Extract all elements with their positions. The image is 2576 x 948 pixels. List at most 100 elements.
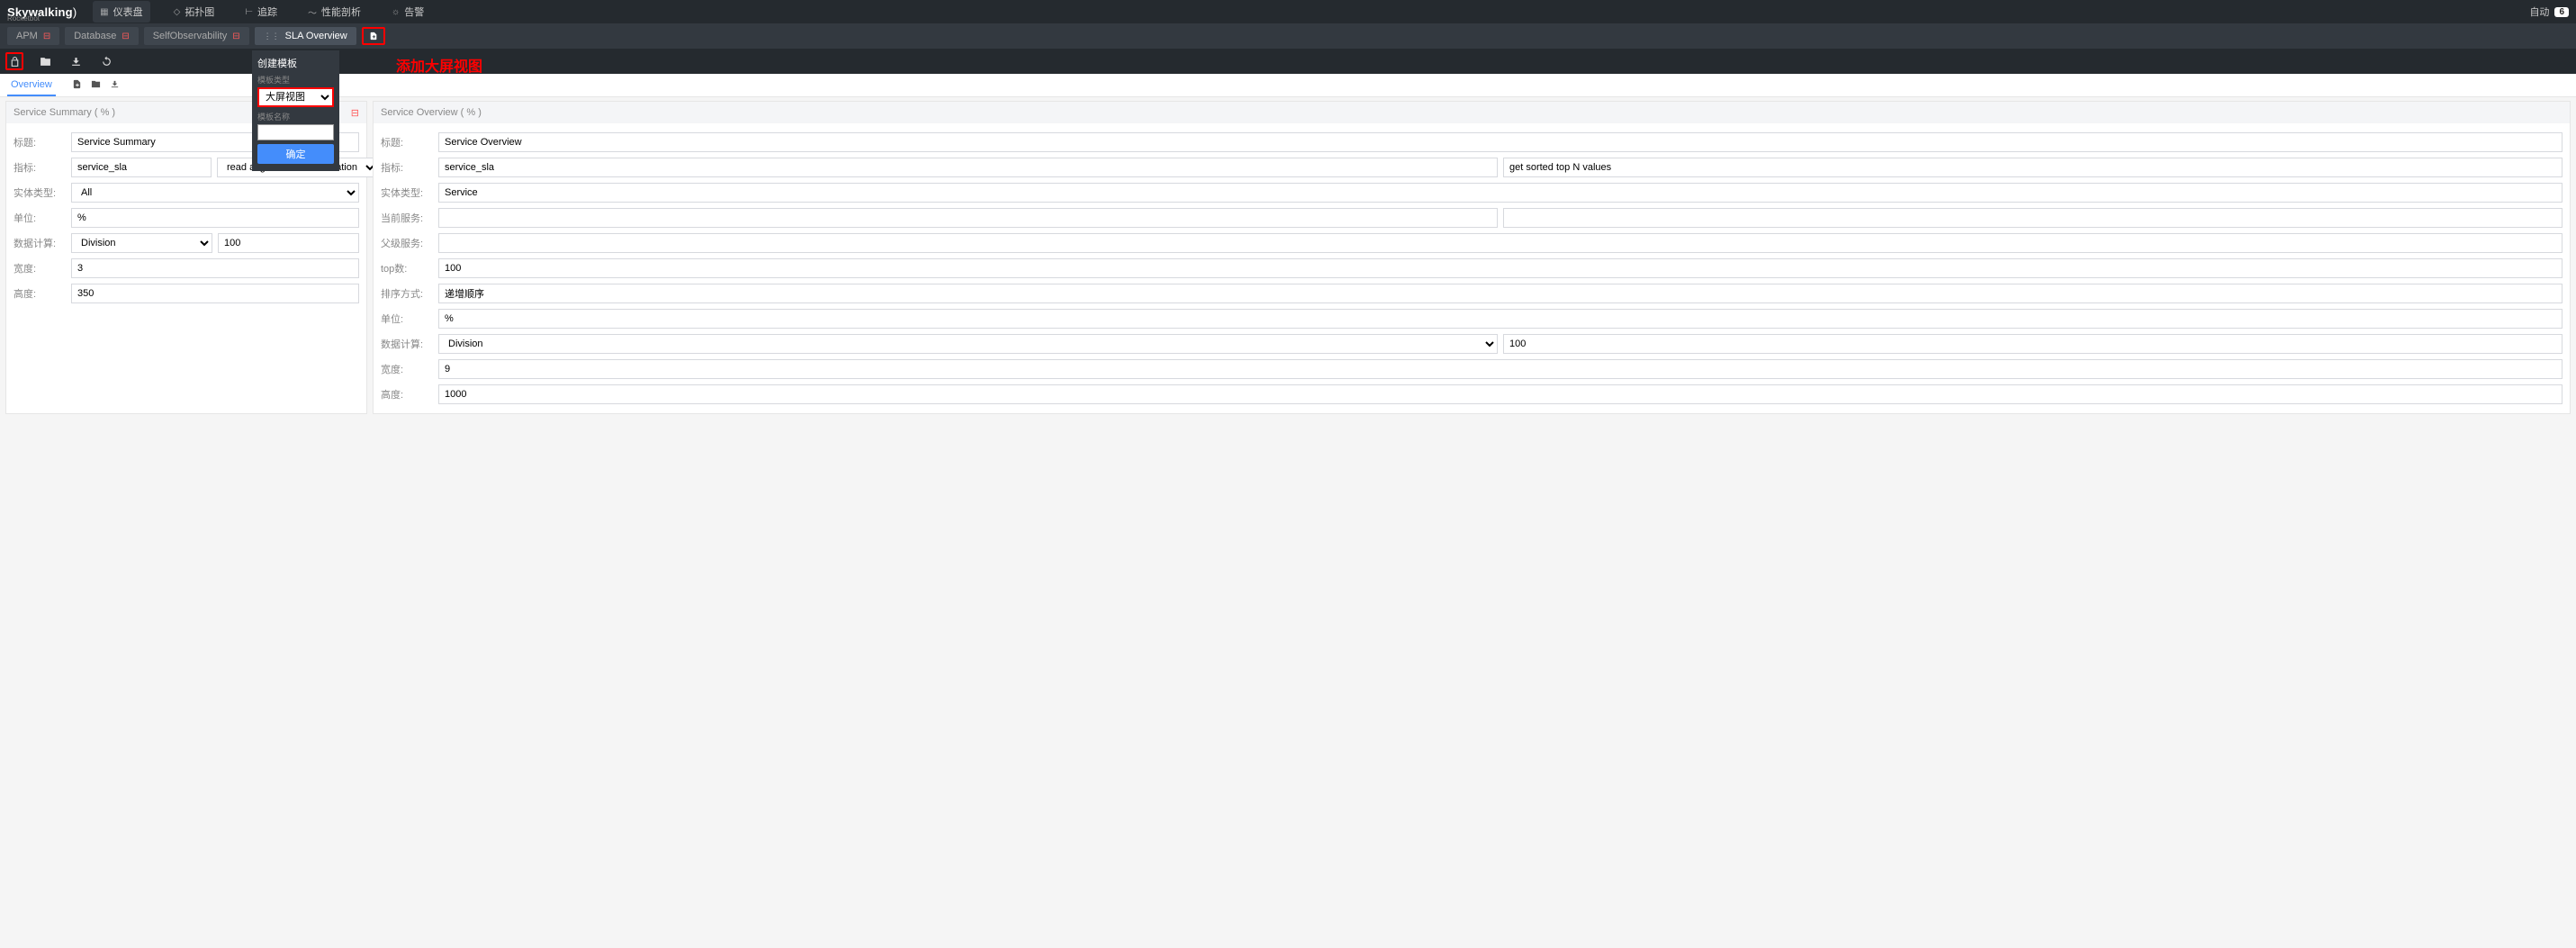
- tab-self[interactable]: SelfObservability ⊟: [144, 27, 249, 45]
- topn-input[interactable]: [438, 258, 2562, 278]
- calc-method-select[interactable]: Division: [71, 233, 212, 253]
- template-name-input[interactable]: [257, 124, 334, 140]
- auto-label: 自动: [2529, 5, 2549, 19]
- metric-input[interactable]: [71, 158, 212, 177]
- panel-delete-button[interactable]: ⊟: [351, 107, 359, 119]
- subtab-import-button[interactable]: [91, 79, 101, 92]
- delete-icon[interactable]: ⊟: [122, 32, 129, 41]
- height-input[interactable]: [71, 284, 359, 303]
- main-content: Service Summary ( % ) ⊟ 标题: 指标: read avg…: [0, 97, 2576, 418]
- nav-profile[interactable]: 〜 性能剖析: [301, 1, 368, 23]
- unit-input[interactable]: [71, 208, 359, 228]
- drag-icon: ⋮⋮: [264, 32, 280, 41]
- unit-label: 单位:: [14, 211, 66, 225]
- calc-label: 数据计算:: [381, 337, 433, 351]
- delete-icon[interactable]: ⊟: [43, 32, 50, 41]
- top-bar: Skywalking ) Rocketbot ▦ 仪表盘 ◇ 拓扑图 ⊢ 追踪 …: [0, 0, 2576, 23]
- add-tab-button[interactable]: [362, 27, 385, 45]
- template-type-label: 模板类型: [257, 74, 334, 86]
- entity-type-label: 实体类型:: [381, 185, 433, 200]
- panel-title: Service Summary ( % ): [14, 107, 115, 118]
- add-file-icon: [72, 79, 82, 89]
- create-template-popover: 创建模板 模板类型 大屏视图 模板名称 确定: [252, 50, 339, 171]
- subtab-overview[interactable]: Overview: [7, 75, 56, 96]
- current-svc-label: 当前服务:: [381, 211, 433, 225]
- dashboard-tab-bar: APM ⊟ Database ⊟ SelfObservability ⊟ ⋮⋮ …: [0, 23, 2576, 49]
- calc-arg-input[interactable]: [218, 233, 359, 253]
- title-input[interactable]: [438, 132, 2562, 152]
- dashboard-icon: ▦: [100, 7, 108, 17]
- width-label: 宽度:: [381, 362, 433, 376]
- profile-icon: 〜: [308, 5, 317, 19]
- topn-label: top数:: [381, 261, 433, 275]
- template-type-select[interactable]: 大屏视图: [257, 87, 334, 107]
- width-input[interactable]: [438, 359, 2562, 379]
- calc-label: 数据计算:: [14, 236, 66, 250]
- subtab-export-button[interactable]: [110, 79, 120, 92]
- topology-icon: ◇: [174, 7, 181, 17]
- title-label: 标题:: [381, 135, 433, 149]
- parent-svc-label: 父级服务:: [381, 236, 433, 250]
- trace-icon: ⊢: [245, 7, 253, 17]
- metric-label: 指标:: [14, 160, 66, 175]
- unlock-icon: [9, 56, 21, 68]
- refresh-icon: [101, 56, 113, 68]
- nav-alarm[interactable]: ☼ 告警: [384, 1, 431, 23]
- nav-trace[interactable]: ⊢ 追踪: [238, 1, 284, 23]
- alarm-icon: ☼: [392, 7, 400, 17]
- calc-arg-input[interactable]: [1503, 334, 2562, 354]
- current-svc-input[interactable]: [438, 208, 1498, 228]
- nav-alarm-label: 告警: [404, 5, 424, 19]
- tab-database[interactable]: Database ⊟: [65, 27, 138, 45]
- template-name-label: 模板名称: [257, 111, 334, 122]
- nav-dashboard[interactable]: ▦ 仪表盘: [93, 1, 149, 23]
- unit-label: 单位:: [381, 311, 433, 326]
- calc-method-select[interactable]: Division: [438, 334, 1498, 354]
- top-nav: ▦ 仪表盘 ◇ 拓扑图 ⊢ 追踪 〜 性能剖析 ☼ 告警: [93, 1, 2529, 23]
- height-label: 高度:: [381, 387, 433, 402]
- auto-count-badge[interactable]: 6: [2554, 7, 2569, 17]
- delete-icon[interactable]: ⊟: [232, 32, 239, 41]
- sort-input[interactable]: [438, 284, 2562, 303]
- nav-dashboard-label: 仪表盘: [113, 5, 143, 19]
- tab-database-label: Database: [74, 31, 116, 41]
- metric-mode-input[interactable]: [1503, 158, 2562, 177]
- entity-type-label: 实体类型:: [14, 185, 66, 200]
- entity-type-input[interactable]: [438, 183, 2562, 203]
- unit-input[interactable]: [438, 309, 2562, 329]
- sub-tab-bar: Overview: [0, 74, 2576, 97]
- tab-sla-overview[interactable]: ⋮⋮ SLA Overview: [255, 27, 356, 45]
- metric-label: 指标:: [381, 160, 433, 175]
- add-file-icon: [369, 30, 378, 42]
- title-label: 标题:: [14, 135, 66, 149]
- tab-self-label: SelfObservability: [153, 31, 228, 41]
- current-svc-input-2[interactable]: [1503, 208, 2562, 228]
- sort-label: 排序方式:: [381, 286, 433, 301]
- parent-svc-input[interactable]: [438, 233, 2562, 253]
- subtab-actions: [72, 79, 120, 92]
- width-input[interactable]: [71, 258, 359, 278]
- import-button[interactable]: [36, 52, 54, 70]
- nav-profile-label: 性能剖析: [321, 5, 361, 19]
- toolbar: [0, 49, 2576, 74]
- brand-sub: Rocketbot: [7, 14, 40, 23]
- confirm-button[interactable]: 确定: [257, 144, 334, 164]
- folder-icon: [40, 56, 51, 68]
- panel-header: Service Overview ( % ): [374, 102, 2570, 123]
- download-icon: [110, 79, 120, 89]
- refresh-button[interactable]: [97, 52, 115, 70]
- lock-button[interactable]: [5, 52, 23, 70]
- panel-title: Service Overview ( % ): [381, 107, 482, 118]
- height-input[interactable]: [438, 384, 2562, 404]
- tab-apm[interactable]: APM ⊟: [7, 27, 59, 45]
- download-icon: [70, 56, 82, 68]
- nav-topology[interactable]: ◇ 拓扑图: [167, 1, 222, 23]
- nav-trace-label: 追踪: [257, 5, 277, 19]
- height-label: 高度:: [14, 286, 66, 301]
- subtab-add-button[interactable]: [72, 79, 82, 92]
- nav-topology-label: 拓扑图: [185, 5, 214, 19]
- width-label: 宽度:: [14, 261, 66, 275]
- metric-input[interactable]: [438, 158, 1498, 177]
- entity-type-select[interactable]: All: [71, 183, 359, 203]
- export-button[interactable]: [67, 52, 85, 70]
